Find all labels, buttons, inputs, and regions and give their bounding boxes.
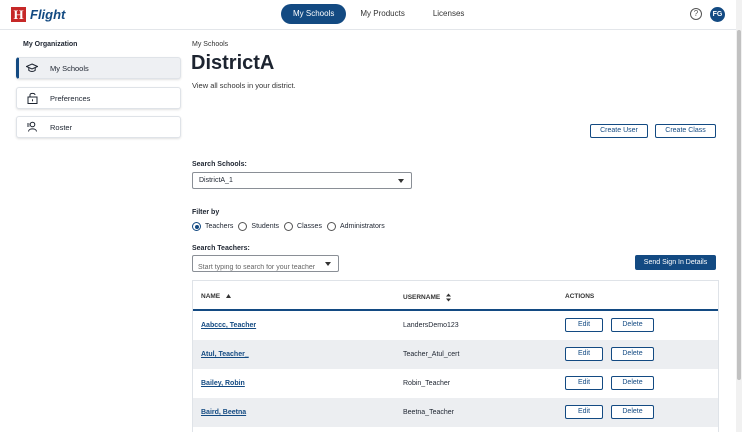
search-schools-label: Search Schools: <box>192 161 247 168</box>
table-row: Atul, Teacher_ Teacher_Atul_cert Edit De… <box>193 340 718 369</box>
radio-label-students: Students <box>251 223 280 230</box>
tab-my-schools[interactable]: My Schools <box>281 4 347 24</box>
delete-button[interactable]: Delete <box>611 376 654 390</box>
sort-icon <box>446 293 452 302</box>
school-select-value: DistrictA_1 <box>199 177 233 184</box>
sidebar-item-label: Preferences <box>50 93 91 103</box>
edit-button[interactable]: Edit <box>565 405 603 419</box>
radio-teachers[interactable] <box>192 222 201 231</box>
main-nav: My Schools My Products Licenses <box>281 4 478 24</box>
teacher-username: Teacher_Atul_cert <box>403 351 460 358</box>
logo-mark: H <box>11 7 26 22</box>
sidebar-title: My Organization <box>23 41 78 48</box>
column-header-actions: ACTIONS <box>565 293 595 300</box>
teacher-username: Beetna_Teacher <box>403 409 454 416</box>
filter-radio-group: Teachers Students Classes Administrators <box>192 222 390 231</box>
column-header-username[interactable]: USERNAME <box>403 293 452 302</box>
help-icon[interactable]: ? <box>690 8 702 20</box>
column-header-username-label: USERNAME <box>403 294 441 302</box>
send-sign-in-details-button[interactable]: Send Sign In Details <box>635 255 716 270</box>
chevron-down-icon <box>398 179 404 183</box>
avatar[interactable]: FG <box>710 7 725 22</box>
teacher-name-link[interactable]: Atul, Teacher_ <box>201 351 249 358</box>
teacher-name-link[interactable]: Baird, Beetna <box>201 409 246 416</box>
create-user-button[interactable]: Create User <box>590 124 648 138</box>
radio-label-classes: Classes <box>297 223 322 230</box>
column-header-name[interactable]: NAME <box>201 293 232 300</box>
radio-label-teachers: Teachers <box>205 223 234 230</box>
teacher-username: Robin_Teacher <box>403 380 451 387</box>
radio-administrators[interactable] <box>326 222 336 231</box>
teacher-search <box>192 255 339 275</box>
sort-ascending-icon <box>225 294 231 299</box>
graduation-cap-icon <box>25 61 39 75</box>
edit-button[interactable]: Edit <box>565 347 603 361</box>
sidebar-item-roster[interactable]: Roster <box>16 116 181 138</box>
radio-classes[interactable] <box>284 222 294 231</box>
edit-button[interactable]: Edit <box>565 376 603 390</box>
tab-my-products[interactable]: My Products <box>346 4 418 24</box>
top-bar: H Flight My Schools My Products Licenses… <box>0 0 736 30</box>
radio-label-administrators: Administrators <box>339 223 385 230</box>
roster-icon <box>25 120 39 134</box>
brand-name: Flight <box>30 7 66 22</box>
lock-icon <box>25 91 39 105</box>
teachers-table: NAME USERNAME ACTIONS Aabccc, Teacher La… <box>192 280 719 432</box>
edit-button[interactable]: Edit <box>565 318 603 332</box>
page-subtitle: View all schools in your district. <box>192 81 296 90</box>
breadcrumb[interactable]: My Schools <box>192 41 228 48</box>
delete-button[interactable]: Delete <box>611 405 654 419</box>
teacher-name-link[interactable]: Aabccc, Teacher <box>201 322 256 329</box>
teacher-search-input[interactable] <box>193 260 323 275</box>
column-header-name-label: NAME <box>201 293 221 300</box>
table-header: NAME USERNAME ACTIONS <box>193 281 718 311</box>
school-select[interactable]: DistrictA_1 <box>192 172 412 189</box>
table-row: Aabccc, Teacher LandersDemo123 Edit Dele… <box>193 311 718 340</box>
create-class-button[interactable]: Create Class <box>655 124 716 138</box>
delete-button[interactable]: Delete <box>611 347 654 361</box>
page-title: DistrictA <box>191 52 275 74</box>
chevron-down-icon[interactable] <box>325 262 331 266</box>
sidebar-item-my-schools[interactable]: My Schools <box>16 57 181 79</box>
teacher-username: LandersDemo123 <box>403 322 459 329</box>
delete-button[interactable]: Delete <box>611 318 654 332</box>
sidebar-item-label: Roster <box>50 122 73 132</box>
sidebar-item-preferences[interactable]: Preferences <box>16 87 181 109</box>
table-row: Baird, Beetna Beetna_Teacher Edit Delete <box>193 398 718 427</box>
table-row: Bailey, Robin Robin_Teacher Edit Delete <box>193 369 718 398</box>
brand-logo[interactable]: H Flight <box>11 7 65 22</box>
search-teachers-label: Search Teachers: <box>192 245 250 252</box>
filter-label: Filter by <box>192 209 220 216</box>
radio-students[interactable] <box>238 222 248 231</box>
tab-licenses[interactable]: Licenses <box>419 4 479 24</box>
sidebar-item-label: My Schools <box>50 63 89 73</box>
scrollbar-thumb[interactable] <box>737 30 741 380</box>
teacher-name-link[interactable]: Bailey, Robin <box>201 380 245 387</box>
